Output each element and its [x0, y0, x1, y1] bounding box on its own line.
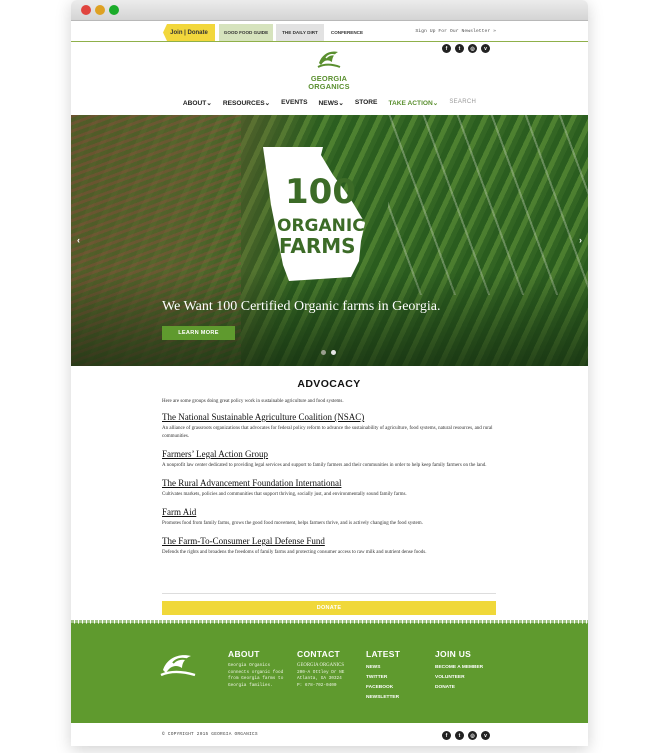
footer-about: ABOUT Georgia Organics connects organic …	[228, 649, 288, 689]
twitter-icon[interactable]: t	[455, 731, 464, 740]
org-link[interactable]: Farmers’ Legal Action Group	[162, 449, 496, 459]
svg-text:FARMS: FARMS	[279, 234, 356, 258]
footer-link-news[interactable]: NEWS	[366, 663, 426, 673]
chevron-down-icon: ⌄	[338, 100, 344, 107]
org-link[interactable]: The Rural Advancement Foundation Interna…	[162, 478, 496, 488]
org-link[interactable]: The Farm-To-Consumer Legal Defense Fund	[162, 536, 496, 546]
org-description: Promotes food from family farms, grows t…	[162, 521, 423, 526]
tab-good-food-guide[interactable]: GOOD FOOD GUIDE	[219, 24, 273, 41]
footer-link-donate[interactable]: DONATE	[435, 683, 505, 693]
tab-daily-dirt[interactable]: THE DAILY DIRT	[276, 24, 324, 41]
hero-slider: 100 ORGANIC FARMS We Want 100 Certified …	[71, 115, 588, 366]
org-description: A nonprofit law center dedicated to prov…	[162, 463, 487, 468]
org-description: An alliance of grassroots organizations …	[162, 426, 493, 439]
footer-contact: CONTACT GEORGIA ORGANICS 200-A Ottley Dr…	[297, 649, 359, 689]
main-nav: ABOUT⌄ RESOURCES⌄ EVENTS NEWS⌄ STORE TAK…	[71, 99, 588, 113]
footer-latest-title: LATEST	[366, 649, 401, 659]
georgia-state-graphic: 100 ORGANIC FARMS	[263, 147, 365, 281]
header-social-links: f t ◎ v	[442, 44, 490, 53]
footer-link-facebook[interactable]: FACEBOOK	[366, 683, 426, 693]
slider-dots	[321, 350, 336, 355]
footer-link-newsletter[interactable]: NEWSLETTER	[366, 693, 426, 703]
org-link[interactable]: Farm Aid	[162, 507, 496, 517]
nav-store[interactable]: STORE	[355, 99, 378, 113]
footer-about-text: Georgia Organics connects organic food f…	[228, 663, 284, 688]
minimize-window-button[interactable]	[95, 5, 105, 15]
footer-link-become-member[interactable]: BECOME A MEMBER	[435, 663, 505, 673]
nav-about[interactable]: ABOUT⌄	[183, 99, 212, 113]
chevron-down-icon: ⌄	[264, 100, 271, 107]
facebook-icon[interactable]: f	[442, 44, 451, 53]
svg-text:100: 100	[285, 172, 356, 212]
twitter-icon[interactable]: t	[455, 44, 464, 53]
footer-contact-title: CONTACT	[297, 649, 341, 659]
slider-dot-active[interactable]	[331, 350, 336, 355]
chevron-right-icon[interactable]: ›	[579, 235, 582, 245]
zoom-window-button[interactable]	[109, 5, 119, 15]
list-item: The Rural Advancement Foundation Interna…	[162, 478, 496, 499]
donate-button[interactable]: DONATE	[162, 601, 496, 615]
footer-link-volunteer[interactable]: VOLUNTEER	[435, 673, 505, 683]
instagram-icon[interactable]: ◎	[468, 731, 477, 740]
logo-text-line2: ORGANICS	[308, 82, 350, 91]
hero-headline: We Want 100 Certified Organic farms in G…	[162, 299, 441, 314]
org-description: Cultivates markets, policies and communi…	[162, 492, 407, 497]
nav-events[interactable]: EVENTS	[281, 99, 307, 113]
advocacy-section: ADVOCACY Here are some groups doing grea…	[162, 378, 496, 557]
slider-dot[interactable]	[321, 350, 326, 355]
vimeo-icon[interactable]: v	[481, 731, 490, 740]
org-description: Defends the rights and broadens the free…	[162, 550, 427, 555]
footer-latest: LATEST NEWS TWITTER FACEBOOK NEWSLETTER	[366, 649, 426, 703]
vimeo-icon[interactable]: v	[481, 44, 490, 53]
nav-news[interactable]: NEWS⌄	[319, 99, 344, 113]
footer-link-twitter[interactable]: TWITTER	[366, 673, 426, 683]
footer-join-title: JOIN US	[435, 649, 472, 659]
learn-more-button[interactable]: LEARN MORE	[162, 326, 235, 340]
footer-about-title: ABOUT	[228, 649, 260, 659]
utility-bar: Join | Donate GOOD FOOD GUIDE THE DAILY …	[71, 24, 588, 42]
divider	[162, 593, 496, 594]
close-window-button[interactable]	[81, 5, 91, 15]
footer-join: JOIN US BECOME A MEMBER VOLUNTEER DONATE	[435, 649, 505, 693]
site-footer: ABOUT Georgia Organics connects organic …	[71, 620, 588, 723]
copyright-text: © COPYRIGHT 2015 GEORGIA ORGANICS	[162, 732, 258, 737]
irrigation-photo	[388, 115, 588, 295]
facebook-icon[interactable]: f	[442, 731, 451, 740]
nav-resources[interactable]: RESOURCES⌄	[223, 99, 270, 113]
list-item: Farm Aid Promotes food from family farms…	[162, 507, 496, 528]
join-donate-link[interactable]: Join | Donate	[163, 24, 215, 41]
contact-phone: P: 678-702-0400	[297, 682, 337, 688]
list-item: The Farm-To-Consumer Legal Defense Fund …	[162, 536, 496, 557]
nav-take-action[interactable]: TAKE ACTION⌄	[388, 99, 438, 113]
footer-leaf-logo-icon[interactable]	[159, 648, 197, 678]
footer-edge	[71, 620, 588, 624]
page-title: ADVOCACY	[297, 378, 361, 390]
svg-text:ORGANIC: ORGANIC	[277, 216, 365, 236]
browser-window: Join | Donate GOOD FOOD GUIDE THE DAILY …	[71, 0, 588, 746]
search-input[interactable]: SEARCH	[449, 99, 476, 113]
chevron-down-icon: ⌄	[432, 100, 439, 107]
tab-conference[interactable]: CONFERENCE	[327, 24, 367, 41]
site-logo[interactable]: GEORGIA ORGANICS	[304, 46, 354, 91]
instagram-icon[interactable]: ◎	[468, 44, 477, 53]
list-item: Farmers’ Legal Action Group A nonprofit …	[162, 449, 496, 470]
newsletter-signup-link[interactable]: Sign Up For Our Newsletter »	[415, 29, 496, 34]
footer-social-links: f t ◎ v	[442, 731, 490, 740]
org-link[interactable]: The National Sustainable Agriculture Coa…	[162, 412, 496, 422]
chevron-left-icon[interactable]: ‹	[77, 235, 80, 245]
leaf-logo-icon	[317, 51, 341, 68]
chevron-down-icon: ⌄	[206, 100, 212, 107]
list-item: The National Sustainable Agriculture Coa…	[162, 412, 496, 441]
advocacy-intro: Here are some groups doing great policy …	[162, 399, 344, 404]
window-titlebar	[71, 0, 588, 21]
